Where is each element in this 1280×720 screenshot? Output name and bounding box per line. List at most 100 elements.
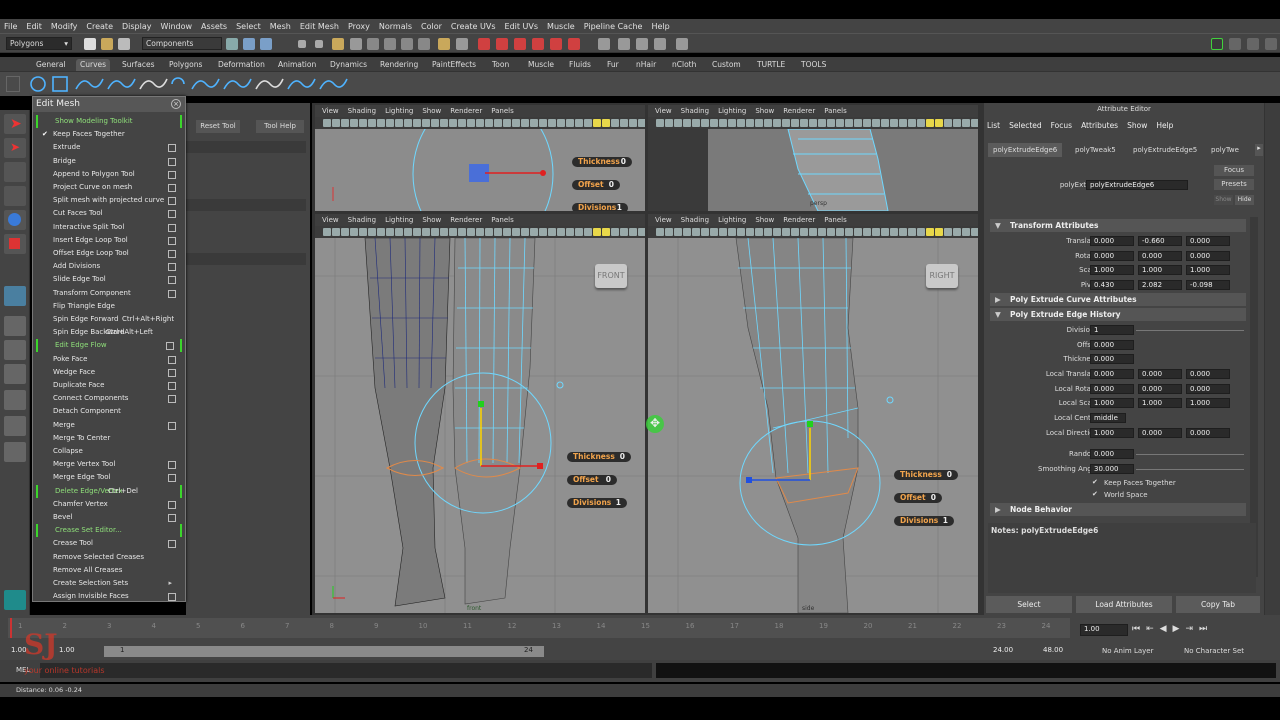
shelf-tab-animation[interactable]: Animation: [274, 59, 320, 71]
option-box-icon[interactable]: [168, 276, 176, 285]
viewport-menu-view[interactable]: View: [655, 107, 672, 115]
edit-mesh-title-bar[interactable]: Edit Mesh ×: [33, 97, 185, 112]
viewport-canvas[interactable]: Thickness 0 Offset 0 Divisions 1: [315, 105, 645, 211]
option-box-icon[interactable]: [168, 461, 176, 470]
menu-color[interactable]: Color: [421, 22, 442, 31]
divisions-field[interactable]: 1: [1090, 325, 1134, 335]
menu-item-flip-triangle-edge[interactable]: Flip Triangle Edge: [36, 300, 182, 313]
viewport-tool-icon[interactable]: [827, 119, 835, 127]
viewport-tool-icon[interactable]: [521, 228, 529, 236]
menu-create-uvs[interactable]: Create UVs: [451, 22, 496, 31]
detach-curve-icon[interactable]: [223, 78, 252, 90]
menu-item-delete-edge-vertex[interactable]: Delete Edge/Vertex Ctrl+Del: [36, 484, 182, 498]
attr-menu-help[interactable]: Help: [1156, 121, 1173, 130]
tool-help-button[interactable]: Tool Help: [256, 120, 304, 133]
viewport-tool-icon[interactable]: [377, 228, 385, 236]
thickness-field[interactable]: 0.000: [1090, 354, 1134, 364]
viewport-tool-icon[interactable]: [602, 119, 610, 127]
viewport-canvas[interactable]: side RIGHT Thickness 0 Offset 0 Divisions 1: [648, 237, 978, 613]
viewport-tool-icon[interactable]: [575, 119, 583, 127]
viewport-tool-icon[interactable]: [386, 228, 394, 236]
option-box-icon[interactable]: [168, 514, 176, 522]
local-translate-field-z[interactable]: 0.000: [1186, 369, 1230, 379]
viewport-tool-icon[interactable]: [962, 119, 970, 127]
layout-hypershade-icon[interactable]: [4, 416, 26, 436]
viewport-tool-icon[interactable]: [908, 228, 916, 236]
offset-field[interactable]: 0.000: [1090, 340, 1134, 350]
option-box-icon[interactable]: [168, 368, 176, 377]
local-rotate-field-z[interactable]: 0.000: [1186, 384, 1230, 394]
option-box-icon[interactable]: [168, 355, 176, 364]
select-object-icon[interactable]: [243, 38, 255, 50]
menu-item-assign-invisible-faces[interactable]: Assign Invisible Faces: [36, 590, 182, 603]
viewport-tool-icon[interactable]: [791, 228, 799, 236]
viewport-menu-view[interactable]: View: [655, 216, 672, 224]
viewport-tool-icon[interactable]: [953, 119, 961, 127]
local-scale-field-x[interactable]: 1.000: [1090, 398, 1134, 408]
paint-select-icon[interactable]: [4, 162, 26, 182]
viewport-tool-icon[interactable]: [872, 119, 880, 127]
expand-right-icon[interactable]: ▶: [995, 503, 1001, 516]
query-icon[interactable]: [676, 38, 688, 50]
menu-create[interactable]: Create: [86, 22, 113, 31]
viewport-tool-icon[interactable]: [818, 119, 826, 127]
menu-item-spin-edge-forward[interactable]: Spin Edge Forward Ctrl+Alt+Right: [36, 313, 182, 326]
select-name-icon[interactable]: [636, 38, 648, 50]
viewport-tool-icon[interactable]: [845, 228, 853, 236]
ep-curve-icon[interactable]: [107, 78, 136, 90]
pencil-curve-icon[interactable]: [139, 78, 168, 90]
menu-item-crease-tool[interactable]: Crease Tool: [36, 537, 182, 550]
viewport-tool-icon[interactable]: [800, 228, 808, 236]
viewport-tool-icon[interactable]: [638, 119, 645, 127]
viewport-tool-icon[interactable]: [818, 228, 826, 236]
character-set-dropdown[interactable]: No Character Set: [1184, 647, 1244, 655]
time-slider[interactable]: 1 2 3 4 5 6 7 8 9 10 11 12 13 14 15 16 17 18 19 20 21 22 23 24 …: [0, 615, 1280, 643]
menu-pipeline-cache[interactable]: Pipeline Cache: [584, 22, 643, 31]
menu-file[interactable]: File: [4, 22, 17, 31]
viewport-tool-icon[interactable]: [476, 228, 484, 236]
snap-point-icon[interactable]: [401, 38, 413, 50]
focus-button[interactable]: Focus: [1214, 165, 1254, 176]
viewport-tool-icon[interactable]: [485, 119, 493, 127]
local-direction-field-y[interactable]: 0.000: [1138, 428, 1182, 438]
viewport-tool-icon[interactable]: [692, 119, 700, 127]
viewport-tool-icon[interactable]: [908, 119, 916, 127]
viewport-tool-icon[interactable]: [773, 119, 781, 127]
viewport-tool-icon[interactable]: [701, 228, 709, 236]
option-box-icon[interactable]: [168, 144, 176, 153]
viewport-tool-icon[interactable]: [656, 228, 664, 236]
menu-item-keep-faces-together[interactable]: ✔ Keep Faces Together: [36, 128, 182, 141]
viewport-tool-icon[interactable]: [395, 119, 403, 127]
viewport-tool-icon[interactable]: [971, 228, 978, 236]
viewport-tool-icon[interactable]: [899, 119, 907, 127]
menu-item-cut-faces-tool[interactable]: Cut Faces Tool: [36, 207, 182, 220]
select-button[interactable]: Select: [986, 596, 1072, 613]
viewport-tool-icon[interactable]: [782, 228, 790, 236]
y-axis-tip[interactable]: [478, 401, 484, 407]
viewport-tool-icon[interactable]: [863, 228, 871, 236]
menu-item-add-divisions[interactable]: Add Divisions: [36, 260, 182, 273]
snap-grid-icon[interactable]: [367, 38, 379, 50]
save-scene-icon[interactable]: [118, 38, 130, 50]
reset-tool-button[interactable]: Reset Tool: [196, 120, 240, 133]
menu-item-connect-components[interactable]: Connect Components: [36, 392, 182, 405]
manipulator-tool-icon[interactable]: [4, 286, 26, 306]
viewport-tool-icon[interactable]: [584, 228, 592, 236]
shelf-menu-icon[interactable]: [6, 76, 20, 92]
layout-four-icon[interactable]: [4, 340, 26, 360]
viewport-menu-renderer[interactable]: Renderer: [450, 216, 482, 224]
shelf-tab-painteffects[interactable]: PaintEffects: [428, 59, 480, 71]
option-box-icon[interactable]: [168, 540, 176, 549]
viewport-tool-icon[interactable]: [737, 119, 745, 127]
local-scale-field-z[interactable]: 1.000: [1186, 398, 1230, 408]
viewport-tool-icon[interactable]: [809, 228, 817, 236]
viewport-tool-icon[interactable]: [773, 228, 781, 236]
viewport-tool-icon[interactable]: [593, 119, 601, 127]
selection-mode-dropdown[interactable]: Components: [142, 37, 222, 50]
viewport-tool-icon[interactable]: [539, 228, 547, 236]
viewport-tool-icon[interactable]: [845, 119, 853, 127]
attr-menu-list[interactable]: List: [987, 121, 1000, 130]
viewport-tool-icon[interactable]: [476, 119, 484, 127]
option-box-icon[interactable]: [168, 170, 176, 179]
viewport-menu-view[interactable]: View: [322, 107, 339, 115]
